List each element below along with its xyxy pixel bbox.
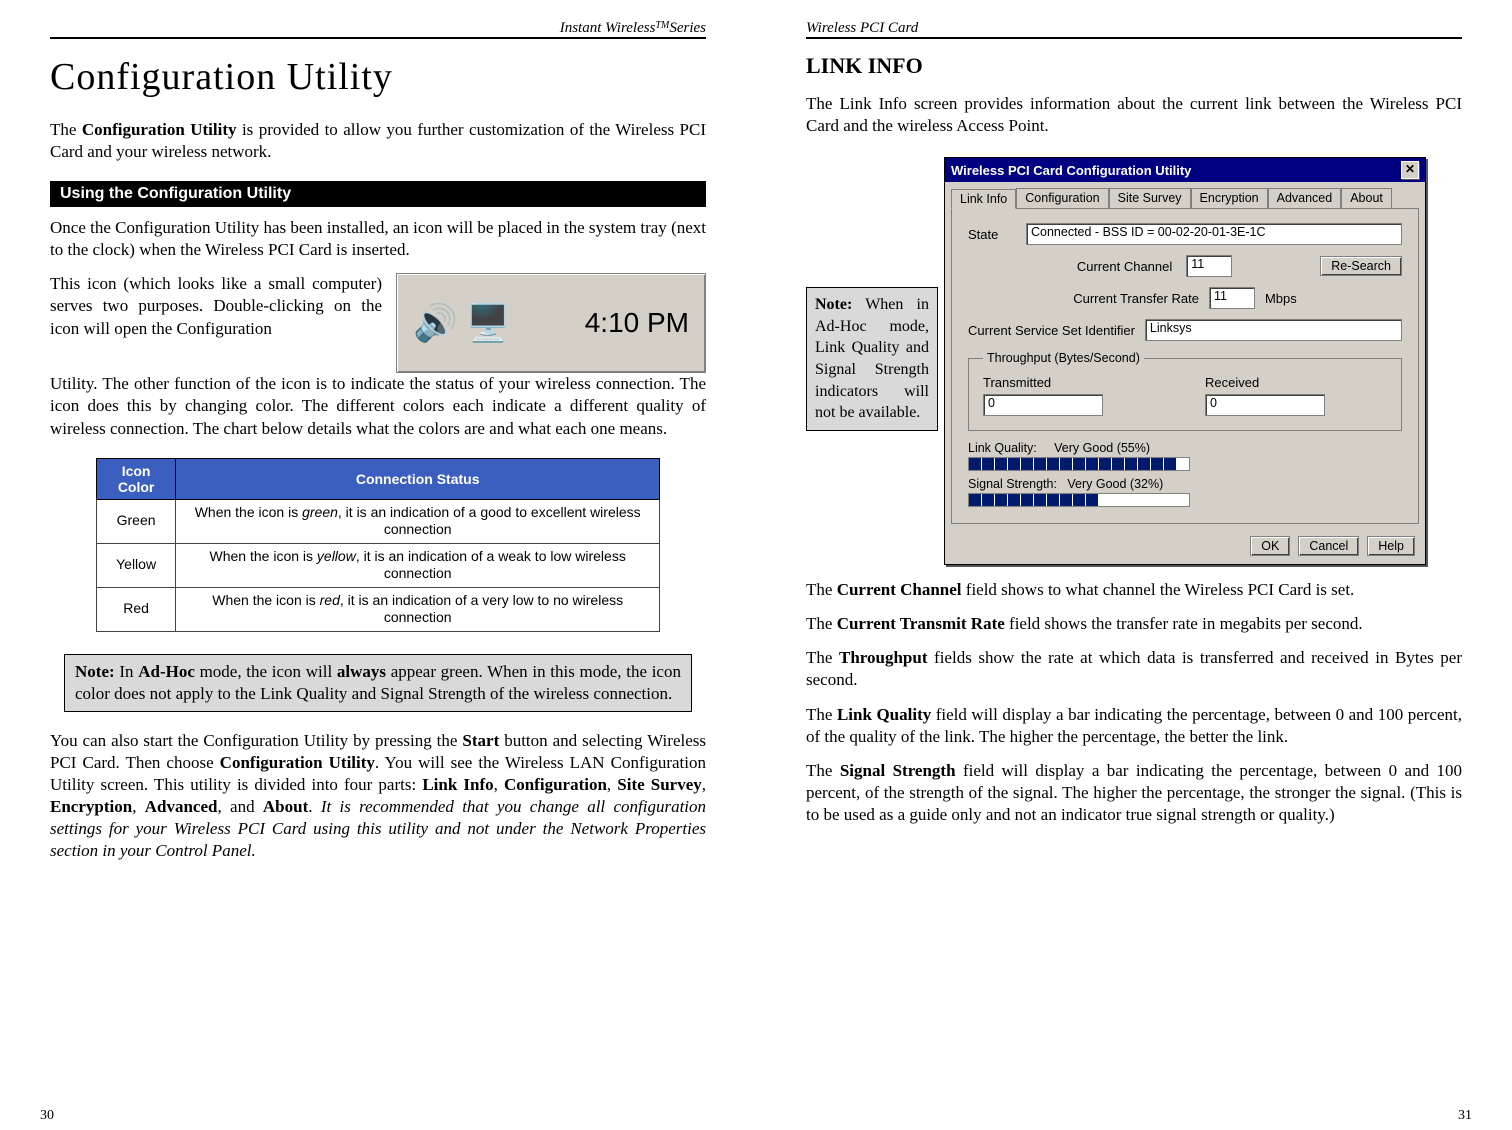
page-title: Configuration Utility [50,55,706,99]
ss-text: Very Good (32%) [1067,477,1163,491]
cell: When the icon is yellow, it is an indica… [176,543,660,587]
p-current-rate: The Current Transmit Rate field shows th… [806,613,1462,635]
rate-unit: Mbps [1265,291,1297,306]
cell: When the icon is red, it is an indicatio… [176,587,660,631]
state-field[interactable]: Connected - BSS ID = 00-02-20-01-3E-1C [1026,223,1402,245]
channel-label: Current Channel [1077,259,1172,274]
cancel-button[interactable]: Cancel [1298,536,1359,556]
running-head-text: Instant Wireless [560,20,656,37]
config-utility-dialog: Wireless PCI Card Configuration Utility … [944,157,1426,565]
tab-site-survey[interactable]: Site Survey [1109,188,1191,208]
dialog-titlebar[interactable]: Wireless PCI Card Configuration Utility … [945,158,1425,182]
rule [806,37,1462,39]
table-row: Red When the icon is red, it is an indic… [96,587,659,631]
close-icon[interactable]: ✕ [1401,161,1419,179]
p-current-channel: The Current Channel field shows to what … [806,579,1462,601]
help-button[interactable]: Help [1367,536,1415,556]
icon-explain-row: This icon (which looks like a small comp… [50,273,706,373]
tray-clock: 4:10 PM [585,307,689,339]
p-signal-strength: The Signal Strength field will display a… [806,760,1462,826]
dialog-title: Wireless PCI Card Configuration Utility [951,163,1191,178]
tray-icons: 🔊🖥️ [413,302,519,344]
tx-field[interactable]: 0 [983,394,1103,416]
p-throughput: The Throughput fields show the rate at w… [806,647,1462,691]
page-number: 31 [1458,1108,1472,1124]
section-heading-linkinfo: LINK INFO [806,53,1462,79]
tab-link-info[interactable]: Link Info [951,189,1016,209]
link-quality-row: Link Quality: Very Good (55%) [968,441,1402,471]
throughput-group: Throughput (Bytes/Second) Transmitted 0 … [968,351,1402,431]
para-start-utility: You can also start the Configuration Uti… [50,730,706,863]
ss-label: Signal Strength: [968,477,1057,491]
state-label: State [968,227,1018,242]
para-systray: Once the Configuration Utility has been … [50,217,706,261]
dialog-row: Note: When in Ad-Hoc mode, Link Quality … [806,157,1462,565]
ok-button[interactable]: OK [1250,536,1290,556]
tab-strip: Link Info Configuration Site Survey Encr… [945,182,1425,208]
systray-screenshot: 🔊🖥️ 4:10 PM [396,273,706,373]
channel-field[interactable]: 11 [1186,255,1232,277]
tx-label: Transmitted [983,375,1165,390]
tab-encryption[interactable]: Encryption [1191,188,1268,208]
th-color: Icon Color [96,458,175,499]
page-right: Wireless PCI Card LINK INFO The Link Inf… [756,0,1512,1130]
lq-bar [968,457,1190,471]
throughput-legend: Throughput (Bytes/Second) [983,351,1144,365]
linkinfo-intro: The Link Info screen provides informatio… [806,93,1462,137]
signal-strength-row: Signal Strength: Very Good (32%) [968,477,1402,507]
running-head-text: Wireless PCI Card [806,20,918,37]
tab-advanced[interactable]: Advanced [1268,188,1342,208]
dialog-buttons: OK Cancel Help [945,530,1425,564]
rule [50,37,706,39]
rx-field[interactable]: 0 [1205,394,1325,416]
th-status: Connection Status [176,458,660,499]
lq-label: Link Quality: [968,441,1037,455]
page-number: 30 [40,1108,54,1124]
lq-text: Very Good (55%) [1054,441,1150,455]
icon-color-table: Icon Color Connection Status Green When … [96,458,660,632]
rate-label: Current Transfer Rate [1073,291,1199,306]
table-row: Yellow When the icon is yellow, it is an… [96,543,659,587]
p-link-quality: The Link Quality field will display a ba… [806,704,1462,748]
running-head-left: Instant WirelessTM Series [50,20,706,37]
running-head-tail: Series [669,20,706,37]
tab-panel: State Connected - BSS ID = 00-02-20-01-3… [951,208,1419,524]
page-left: Instant WirelessTM Series Configuration … [0,0,756,1130]
running-head-right: Wireless PCI Card [806,20,1462,37]
ssid-field[interactable]: Linksys [1145,319,1402,341]
note-adhoc: Note: In Ad-Hoc mode, the icon will alwa… [64,654,692,712]
ss-bar [968,493,1190,507]
ssid-label: Current Service Set Identifier [968,323,1135,338]
para-colors: Utility. The other function of the icon … [50,373,706,439]
table-row: Green When the icon is green, it is an i… [96,499,659,543]
note-adhoc-indicators: Note: When in Ad-Hoc mode, Link Quality … [806,287,938,431]
rx-label: Received [1205,375,1387,390]
tm: TM [655,20,669,37]
rescan-button[interactable]: Re-Search [1320,256,1402,276]
section-heading: Using the Configuration Utility [50,181,706,207]
rate-field[interactable]: 11 [1209,287,1255,309]
intro-paragraph: The Configuration Utility is provided to… [50,119,706,163]
cell: When the icon is green, it is an indicat… [176,499,660,543]
tab-configuration[interactable]: Configuration [1016,188,1108,208]
wrap-text: This icon (which looks like a small comp… [50,273,382,339]
tab-about[interactable]: About [1341,188,1392,208]
